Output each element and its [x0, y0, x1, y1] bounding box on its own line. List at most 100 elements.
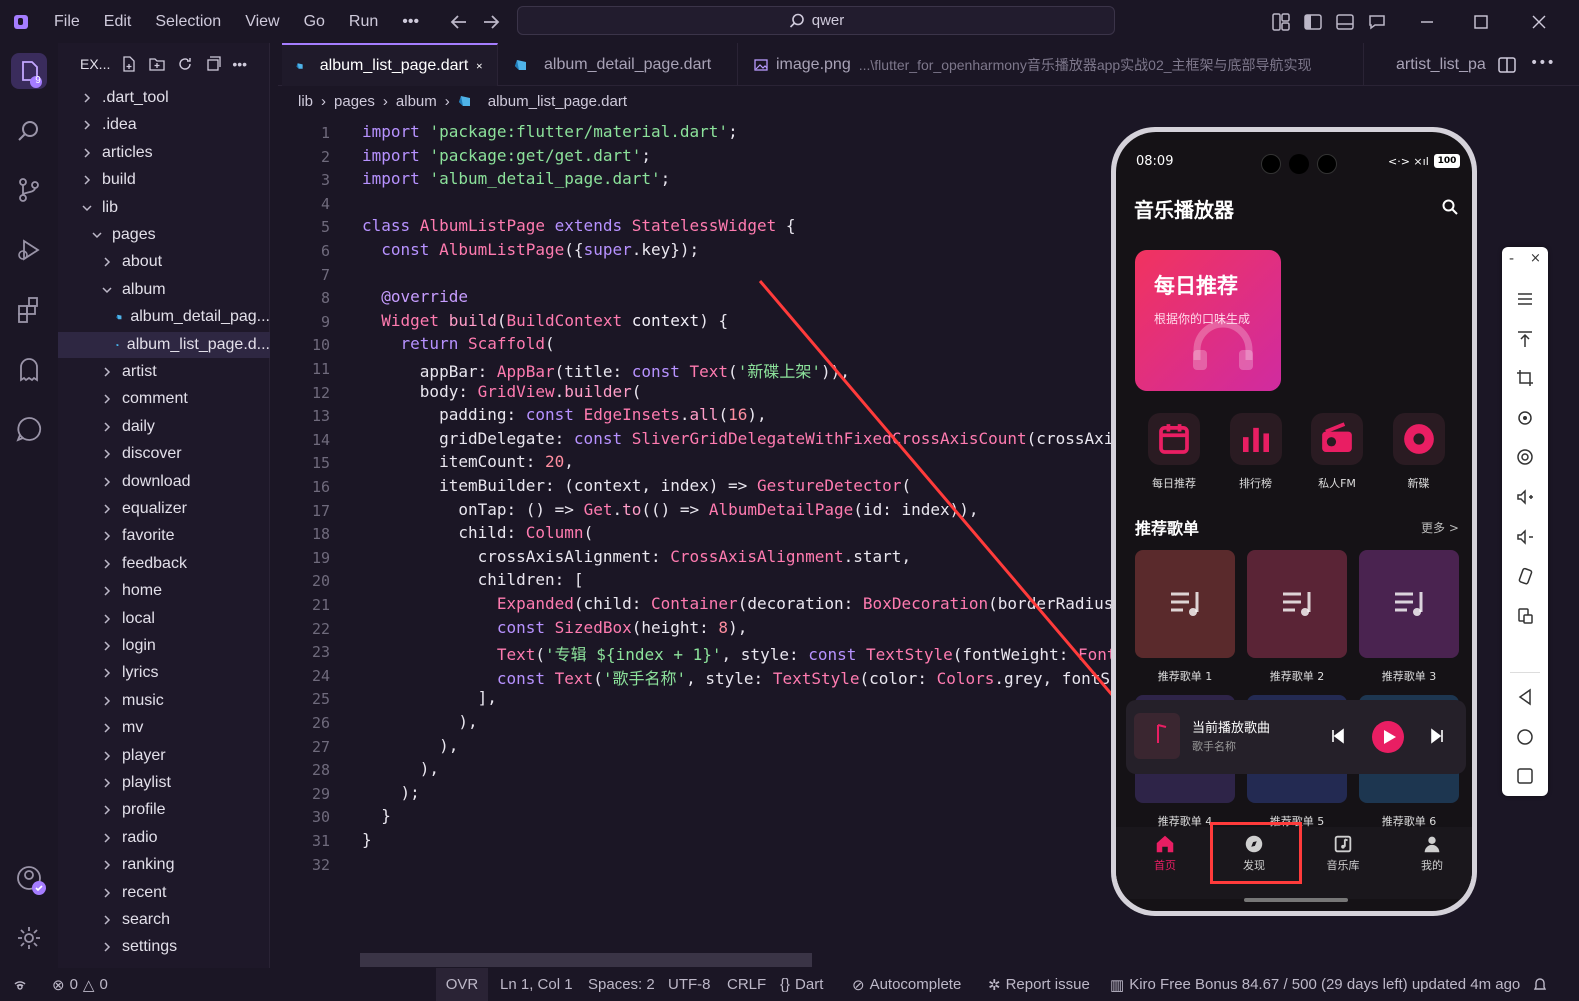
- code-line[interactable]: Expanded(child: Container(decoration: Bo…: [362, 594, 1114, 613]
- play-button[interactable]: [1372, 721, 1404, 753]
- folder-item[interactable]: lib: [58, 195, 270, 221]
- folder-item[interactable]: discover: [58, 441, 270, 467]
- cursor-position[interactable]: Ln 1, Col 1: [500, 968, 573, 1001]
- explorer-more-icon[interactable]: •••: [232, 56, 247, 72]
- problems-indicator[interactable]: ⊗ 0 △ 0: [52, 968, 108, 1001]
- folder-item[interactable]: articles: [58, 140, 270, 166]
- language-mode[interactable]: {} Dart: [780, 968, 823, 1001]
- shake-icon[interactable]: [1515, 566, 1535, 586]
- code-line[interactable]: child: Column(: [362, 523, 593, 542]
- playlist-card[interactable]: [1247, 550, 1347, 658]
- code-line[interactable]: body: GridView.builder(: [362, 382, 642, 401]
- quick-item-bar-chart[interactable]: [1229, 413, 1282, 465]
- folder-item[interactable]: favorite: [58, 523, 270, 549]
- tab-album-list-page[interactable]: album_list_page.dart: [282, 43, 498, 86]
- folder-item[interactable]: settings: [58, 934, 270, 960]
- folder-item[interactable]: radio: [58, 825, 270, 851]
- code-line[interactable]: onTap: () => Get.to(() => AlbumDetailPag…: [362, 500, 978, 519]
- folder-item[interactable]: comment: [58, 386, 270, 412]
- notification-bell-icon[interactable]: [1532, 976, 1548, 992]
- folder-item[interactable]: feedback: [58, 551, 270, 577]
- back-nav-icon[interactable]: [1515, 687, 1535, 707]
- kiro-bonus[interactable]: ▥ Kiro Free Bonus 84.67 / 500 (29 days le…: [1110, 968, 1520, 1001]
- breadcrumb-item[interactable]: album: [396, 93, 437, 110]
- toggle-panel-icon[interactable]: [1335, 12, 1355, 32]
- folder-item[interactable]: .dart_tool: [58, 85, 270, 111]
- menu-run[interactable]: Run: [337, 0, 390, 43]
- new-file-icon[interactable]: [120, 55, 138, 73]
- location-icon[interactable]: [1515, 447, 1535, 467]
- volume-down-icon[interactable]: [1515, 527, 1535, 547]
- menu-selection[interactable]: Selection: [143, 0, 233, 43]
- breadcrumb-item[interactable]: album_list_page.dart: [488, 93, 627, 110]
- folder-item[interactable]: player: [58, 743, 270, 769]
- split-editor-icon[interactable]: [1497, 55, 1517, 75]
- minimize-icon[interactable]: [1417, 12, 1437, 32]
- code-line[interactable]: children: [: [362, 570, 584, 589]
- folder-item[interactable]: playlist: [58, 770, 270, 796]
- code-line[interactable]: const SizedBox(height: 8),: [362, 618, 747, 637]
- quick-item-radio[interactable]: [1311, 413, 1363, 465]
- search-activity-icon[interactable]: [12, 114, 46, 148]
- toolbar-minimize-icon[interactable]: -: [1509, 251, 1514, 267]
- menu-file[interactable]: File: [42, 0, 92, 43]
- quick-item-disc[interactable]: [1392, 413, 1445, 465]
- volume-up-icon[interactable]: [1515, 487, 1535, 507]
- editor-more-icon[interactable]: •••: [1530, 55, 1555, 71]
- folder-item[interactable]: lyrics: [58, 660, 270, 686]
- code-line[interactable]: padding: const EdgeInsets.all(16),: [362, 405, 767, 424]
- menu-go[interactable]: Go: [292, 0, 337, 43]
- code-line[interactable]: gridDelegate: const SliverGridDelegateWi…: [362, 429, 1113, 448]
- nav-item-library[interactable]: 音乐库: [1304, 831, 1382, 879]
- encoding[interactable]: UTF-8: [668, 968, 711, 1001]
- chat-activity-icon[interactable]: [12, 412, 46, 446]
- code-line[interactable]: const Text('歌手名称', style: TextStyle(colo…: [362, 665, 1110, 689]
- folder-item[interactable]: search: [58, 907, 270, 933]
- code-line[interactable]: itemBuilder: (context, index) => Gesture…: [362, 476, 911, 495]
- quick-item-calendar[interactable]: [1148, 413, 1200, 465]
- tab-album-detail-page[interactable]: album_detail_page.dart: [500, 43, 738, 86]
- chat-icon[interactable]: [1367, 12, 1387, 32]
- menu-icon[interactable]: [1515, 289, 1535, 309]
- folder-item[interactable]: home: [58, 578, 270, 604]
- pin-top-icon[interactable]: [1515, 329, 1535, 349]
- code-line[interactable]: appBar: AppBar(title: const Text('新碟上架')…: [362, 358, 850, 382]
- folder-item[interactable]: download: [58, 469, 270, 495]
- code-line[interactable]: crossAxisAlignment: CrossAxisAlignment.s…: [362, 547, 911, 566]
- code-line[interactable]: ),: [362, 736, 458, 755]
- toolbar-close-icon[interactable]: ×: [1530, 251, 1541, 266]
- refresh-icon[interactable]: [176, 55, 194, 73]
- folder-item[interactable]: mv: [58, 715, 270, 741]
- command-search-input[interactable]: qwer: [517, 6, 1115, 35]
- run-debug-icon[interactable]: [12, 233, 46, 267]
- code-line[interactable]: Text('专辑 ${index + 1}', style: const Tex…: [362, 641, 1117, 665]
- now-playing-bar[interactable]: 当前播放歌曲 歌手名称: [1126, 700, 1466, 774]
- account-icon[interactable]: [12, 861, 46, 895]
- autocomplete-status[interactable]: ⊘ Autocomplete: [852, 968, 961, 1001]
- file-item[interactable]: album_list_page.d...: [58, 331, 270, 358]
- close-tab-icon[interactable]: [476, 60, 483, 72]
- new-folder-icon[interactable]: [148, 55, 166, 73]
- kiro-ghost-icon[interactable]: [12, 353, 46, 387]
- toggle-sidebar-icon[interactable]: [1303, 12, 1323, 32]
- remote-icon[interactable]: [12, 976, 28, 992]
- folder-item[interactable]: artist: [58, 359, 270, 385]
- code-line[interactable]: ],: [362, 688, 497, 707]
- code-line[interactable]: Widget build(BuildContext context) {: [362, 311, 728, 330]
- end-of-line[interactable]: CRLF: [727, 968, 766, 1001]
- code-line[interactable]: }: [362, 830, 372, 849]
- folder-item[interactable]: about: [58, 249, 270, 275]
- back-arrow-icon[interactable]: [448, 11, 470, 33]
- phone-search-icon[interactable]: [1441, 198, 1459, 216]
- playlist-card[interactable]: [1359, 550, 1459, 658]
- tab-image-png[interactable]: image.png ...\flutter_for_openharmony音乐播…: [740, 43, 1364, 86]
- folder-item[interactable]: profile: [58, 797, 270, 823]
- code-line[interactable]: return Scaffold(: [362, 334, 555, 353]
- next-track-icon[interactable]: [1429, 728, 1445, 744]
- recents-nav-icon[interactable]: [1515, 766, 1535, 786]
- code-line[interactable]: );: [362, 783, 420, 802]
- menu-edit[interactable]: Edit: [92, 0, 144, 43]
- folder-item[interactable]: build: [58, 167, 270, 193]
- folder-item[interactable]: .idea: [58, 112, 270, 138]
- extensions-icon[interactable]: [12, 293, 46, 327]
